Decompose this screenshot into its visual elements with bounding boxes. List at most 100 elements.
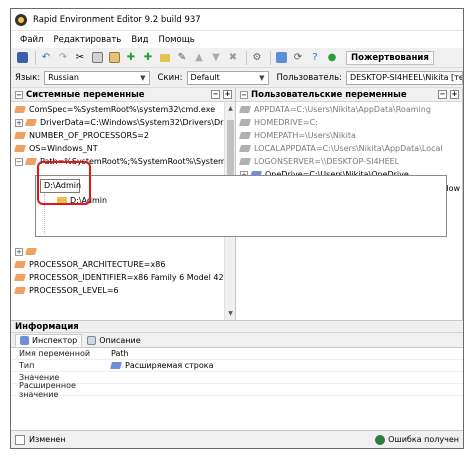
add-folder-icon[interactable] xyxy=(158,51,172,65)
property-row: Расширенное значение xyxy=(11,381,463,399)
list-item[interactable]: + xyxy=(11,245,224,258)
highlight-marker xyxy=(37,161,91,205)
move-up-icon[interactable]: ▲ xyxy=(192,51,206,65)
list-item[interactable]: PROCESSOR_IDENTIFIER=x86 Family 6 Model … xyxy=(11,271,235,284)
list-item[interactable]: HOMEPATH=\Users\Nikita xyxy=(236,129,462,142)
list-item[interactable]: LOCALAPPDATA=C:\Users\Nikita\AppData\Loc… xyxy=(236,142,462,155)
menu-file[interactable]: Файл xyxy=(15,35,48,45)
variable-icon xyxy=(240,144,251,153)
redo-icon[interactable]: ↷ xyxy=(56,51,70,65)
variable-icon xyxy=(15,260,26,269)
view-icon[interactable] xyxy=(274,51,288,65)
options-bar: Язык: Russian ▼ Скин: Default ▼ Пользова… xyxy=(11,68,463,88)
refresh-icon[interactable]: ⟳ xyxy=(291,51,305,65)
status-bar: Изменен Ошибка получен xyxy=(11,430,463,448)
settings-icon[interactable]: ⚙ xyxy=(250,51,264,65)
list-item[interactable]: LOGONSERVER=\\DESKTOP-SI4HEEL xyxy=(236,155,462,168)
info-icon[interactable]: ● xyxy=(325,51,339,65)
list-item[interactable]: ComSpec=%SystemRoot%\system32\cmd.exe xyxy=(11,103,235,116)
system-panel-title: Системные переменные xyxy=(26,89,145,100)
list-item[interactable]: NUMBER_OF_PROCESSORS=2 xyxy=(11,129,235,142)
help-icon[interactable]: ? xyxy=(308,51,322,65)
inspector-icon xyxy=(20,336,29,345)
app-logo-icon xyxy=(15,13,27,26)
menu-bar: Файл Редактировать Вид Помощь xyxy=(11,31,463,48)
variable-icon xyxy=(26,247,37,256)
expand-all-icon[interactable]: + xyxy=(223,90,232,99)
undo-icon[interactable]: ↶ xyxy=(39,51,53,65)
variable-icon xyxy=(240,157,251,166)
tab-inspector[interactable]: Инспектор xyxy=(15,334,83,347)
list-item[interactable]: PROCESSOR_LEVEL=6 xyxy=(11,284,224,297)
variable-icon xyxy=(26,118,37,127)
variable-icon xyxy=(26,157,37,166)
toolbar-separator xyxy=(35,50,36,65)
variable-icon xyxy=(240,105,251,114)
user-label: Пользователь: xyxy=(276,72,342,83)
property-grid: Имя переменной Path Тип Расширяемая стро… xyxy=(11,348,463,399)
donate-button[interactable]: Пожертвования xyxy=(346,50,434,65)
skin-label: Скин: xyxy=(157,72,183,83)
expand-all-icon[interactable]: + xyxy=(450,90,459,99)
menu-edit[interactable]: Редактировать xyxy=(48,35,126,45)
variable-icon xyxy=(15,131,26,140)
expand-icon[interactable]: + xyxy=(15,247,23,256)
variable-icon xyxy=(15,105,26,114)
update-status-text: Ошибка получен xyxy=(388,435,459,444)
property-row: Имя переменной Path xyxy=(11,348,463,360)
save-icon[interactable] xyxy=(15,51,29,65)
collapse-icon[interactable]: − xyxy=(240,90,248,99)
window-title: Rapid Environment Editor 9.2 build 937 xyxy=(33,14,201,25)
add-variable-icon[interactable]: ✚ xyxy=(124,51,138,65)
type-icon xyxy=(111,361,122,370)
property-row: Тип Расширяемая строка xyxy=(11,360,463,372)
collapse-icon[interactable]: − xyxy=(15,157,23,166)
list-item[interactable]: HOMEDRIVE=C: xyxy=(236,116,462,129)
toolbar-separator xyxy=(246,50,247,65)
add-value-icon[interactable]: ✚ xyxy=(141,51,155,65)
cut-icon[interactable]: ✂ xyxy=(73,51,87,65)
user-value: DESKTOP-SI4HEEL\Nikita [текущ xyxy=(349,73,463,82)
expand-icon[interactable]: + xyxy=(15,118,23,127)
description-icon xyxy=(87,336,97,345)
list-item[interactable]: + DriverData=C:\Windows\System32\Drivers\… xyxy=(11,116,235,129)
list-item[interactable]: PROCESSOR_ARCHITECTURE=x86 xyxy=(11,258,224,271)
chevron-down-icon: ▼ xyxy=(259,73,265,82)
globe-icon xyxy=(375,434,386,445)
toolbar-separator xyxy=(270,50,271,65)
collapse-icon[interactable]: − xyxy=(15,90,23,99)
language-value: Russian xyxy=(48,73,79,82)
list-item[interactable]: OS=Windows_NT xyxy=(11,142,235,155)
toolbar: ↶ ↷ ✂ ✚ ✚ ✎ ▲ ▼ ✖ ⚙ ⟳ ? ● Пожертвования xyxy=(11,48,463,68)
scroll-down-icon[interactable]: ▼ xyxy=(226,309,235,318)
variable-icon xyxy=(240,131,251,140)
delete-icon[interactable]: ✖ xyxy=(226,51,240,65)
info-tabs: Инспектор Описание xyxy=(11,333,463,348)
modified-indicator-icon xyxy=(15,434,25,445)
list-item[interactable]: APPDATA=C:\Users\Nikita\AppData\Roaming xyxy=(236,103,462,116)
system-panel-header: − Системные переменные − + xyxy=(11,88,235,102)
scroll-up-icon[interactable]: ▲ xyxy=(226,104,235,113)
user-panel-title: Пользовательские переменные xyxy=(251,89,407,100)
menu-view[interactable]: Вид xyxy=(126,35,153,45)
title-bar: Rapid Environment Editor 9.2 build 937 xyxy=(11,9,463,31)
move-down-icon[interactable]: ▼ xyxy=(209,51,223,65)
info-panel-title: Информация xyxy=(11,321,463,333)
info-panel: Информация Инспектор Описание Имя переме… xyxy=(11,320,463,432)
edit-icon[interactable]: ✎ xyxy=(175,51,189,65)
variable-icon xyxy=(15,144,26,153)
collapse-all-icon[interactable]: − xyxy=(211,90,220,99)
skin-select[interactable]: Default ▼ xyxy=(186,70,269,85)
language-select[interactable]: Russian ▼ xyxy=(44,70,150,85)
variable-icon xyxy=(240,118,251,127)
copy-icon[interactable] xyxy=(90,51,104,65)
menu-help[interactable]: Помощь xyxy=(154,35,200,45)
tab-description[interactable]: Описание xyxy=(82,334,145,347)
paste-icon[interactable] xyxy=(107,51,121,65)
chevron-down-icon: ▼ xyxy=(140,73,146,82)
variable-icon xyxy=(15,273,26,282)
path-edit-popup: D:\Admin D:\Admin xyxy=(35,175,447,237)
collapse-all-icon[interactable]: − xyxy=(438,90,447,99)
scroll-thumb[interactable] xyxy=(227,120,234,180)
user-select[interactable]: DESKTOP-SI4HEEL\Nikita [текущ xyxy=(345,70,463,85)
